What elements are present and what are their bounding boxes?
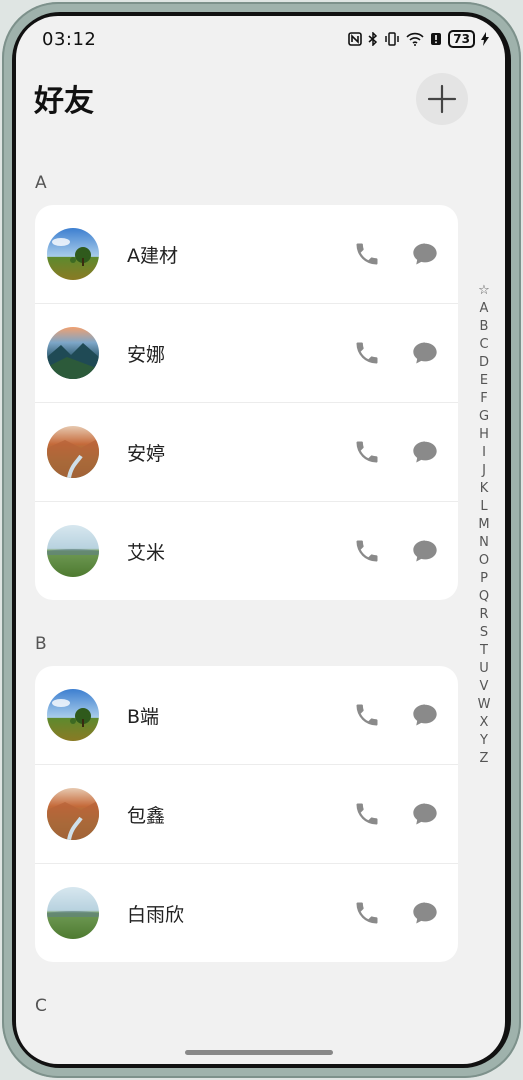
status-time: 03:12	[42, 29, 97, 50]
phone-icon[interactable]	[353, 339, 381, 367]
contact-name: 安婷	[127, 443, 166, 465]
index-letter[interactable]: Q	[479, 588, 489, 606]
screen: 03:12 73 好友 A A建材 安娜 安婷 艾米 B B端 包鑫 白雨欣 C…	[16, 16, 505, 1064]
contact-name: 白雨欣	[127, 904, 185, 926]
message-bubble-icon[interactable]	[411, 701, 439, 729]
contact-card-b: B端 包鑫 白雨欣	[35, 666, 458, 962]
avatar[interactable]	[47, 525, 99, 577]
phone-icon[interactable]	[353, 800, 381, 828]
avatar[interactable]	[47, 788, 99, 840]
index-letter[interactable]: T	[480, 642, 488, 660]
index-letter[interactable]: M	[478, 516, 489, 534]
index-letter[interactable]: O	[479, 552, 489, 570]
index-letter[interactable]: U	[479, 660, 489, 678]
index-letter[interactable]: J	[482, 462, 486, 480]
index-letter[interactable]: S	[480, 624, 488, 642]
status-bar: 03:12 73	[16, 28, 505, 54]
add-friend-button[interactable]	[416, 73, 468, 125]
contact-row[interactable]: B端	[35, 666, 458, 764]
alert-icon	[430, 32, 442, 46]
phone-icon[interactable]	[353, 537, 381, 565]
index-letter[interactable]: F	[480, 390, 487, 408]
section-header-a: A	[35, 173, 47, 193]
section-header-b: B	[35, 634, 47, 654]
index-letter[interactable]: D	[479, 354, 489, 372]
avatar[interactable]	[47, 228, 99, 280]
status-icons: 73	[348, 30, 489, 48]
phone-icon[interactable]	[353, 899, 381, 927]
contact-name: B端	[127, 706, 160, 728]
avatar[interactable]	[47, 887, 99, 939]
contact-row[interactable]: 艾米	[35, 501, 458, 600]
index-letter[interactable]: C	[479, 336, 488, 354]
avatar[interactable]	[47, 327, 99, 379]
index-letter[interactable]: X	[480, 714, 489, 732]
index-letter[interactable]: K	[480, 480, 489, 498]
nfc-icon	[348, 32, 363, 46]
home-indicator[interactable]	[185, 1050, 333, 1055]
contact-row[interactable]: 安娜	[35, 303, 458, 402]
phone-icon[interactable]	[353, 438, 381, 466]
phone-icon[interactable]	[353, 240, 381, 268]
contact-name: 艾米	[127, 542, 166, 564]
index-letter[interactable]: E	[480, 372, 488, 390]
index-letter[interactable]: A	[480, 300, 489, 318]
index-letter[interactable]: P	[480, 570, 488, 588]
avatar[interactable]	[47, 426, 99, 478]
index-letter[interactable]: R	[479, 606, 488, 624]
message-bubble-icon[interactable]	[411, 438, 439, 466]
contact-name: A建材	[127, 245, 178, 267]
index-letter[interactable]: Y	[480, 732, 488, 750]
plus-icon	[427, 84, 457, 114]
index-letter[interactable]: W	[478, 696, 491, 714]
alphabet-index[interactable]: ☆ A B C D E F G H I J K L M N O P Q R S T U V W X Y Z	[474, 282, 494, 768]
message-bubble-icon[interactable]	[411, 800, 439, 828]
contact-row[interactable]: 安婷	[35, 402, 458, 501]
contact-row[interactable]: 白雨欣	[35, 863, 458, 962]
battery-indicator: 73	[448, 30, 475, 48]
index-letter[interactable]: H	[479, 426, 489, 444]
index-letter[interactable]: V	[480, 678, 489, 696]
message-bubble-icon[interactable]	[411, 339, 439, 367]
index-letter[interactable]: I	[482, 444, 486, 462]
index-letter[interactable]: ☆	[478, 282, 490, 300]
phone-icon[interactable]	[353, 701, 381, 729]
bluetooth-icon	[368, 32, 378, 46]
index-letter[interactable]: Z	[480, 750, 489, 768]
avatar[interactable]	[47, 689, 99, 741]
message-bubble-icon[interactable]	[411, 899, 439, 927]
index-letter[interactable]: N	[479, 534, 489, 552]
section-header-c: C	[35, 996, 47, 1016]
index-letter[interactable]: L	[480, 498, 487, 516]
vibrate-icon	[384, 32, 400, 46]
contact-row[interactable]: A建材	[35, 205, 458, 303]
wifi-icon	[406, 32, 424, 46]
charging-icon	[481, 32, 489, 46]
contact-card-a: A建材 安娜 安婷 艾米	[35, 205, 458, 600]
contact-row[interactable]: 包鑫	[35, 764, 458, 863]
contact-name: 安娜	[127, 344, 166, 366]
index-letter[interactable]: B	[480, 318, 489, 336]
message-bubble-icon[interactable]	[411, 240, 439, 268]
index-letter[interactable]: G	[479, 408, 489, 426]
message-bubble-icon[interactable]	[411, 537, 439, 565]
contact-name: 包鑫	[127, 805, 166, 827]
page-title: 好友	[34, 84, 94, 119]
